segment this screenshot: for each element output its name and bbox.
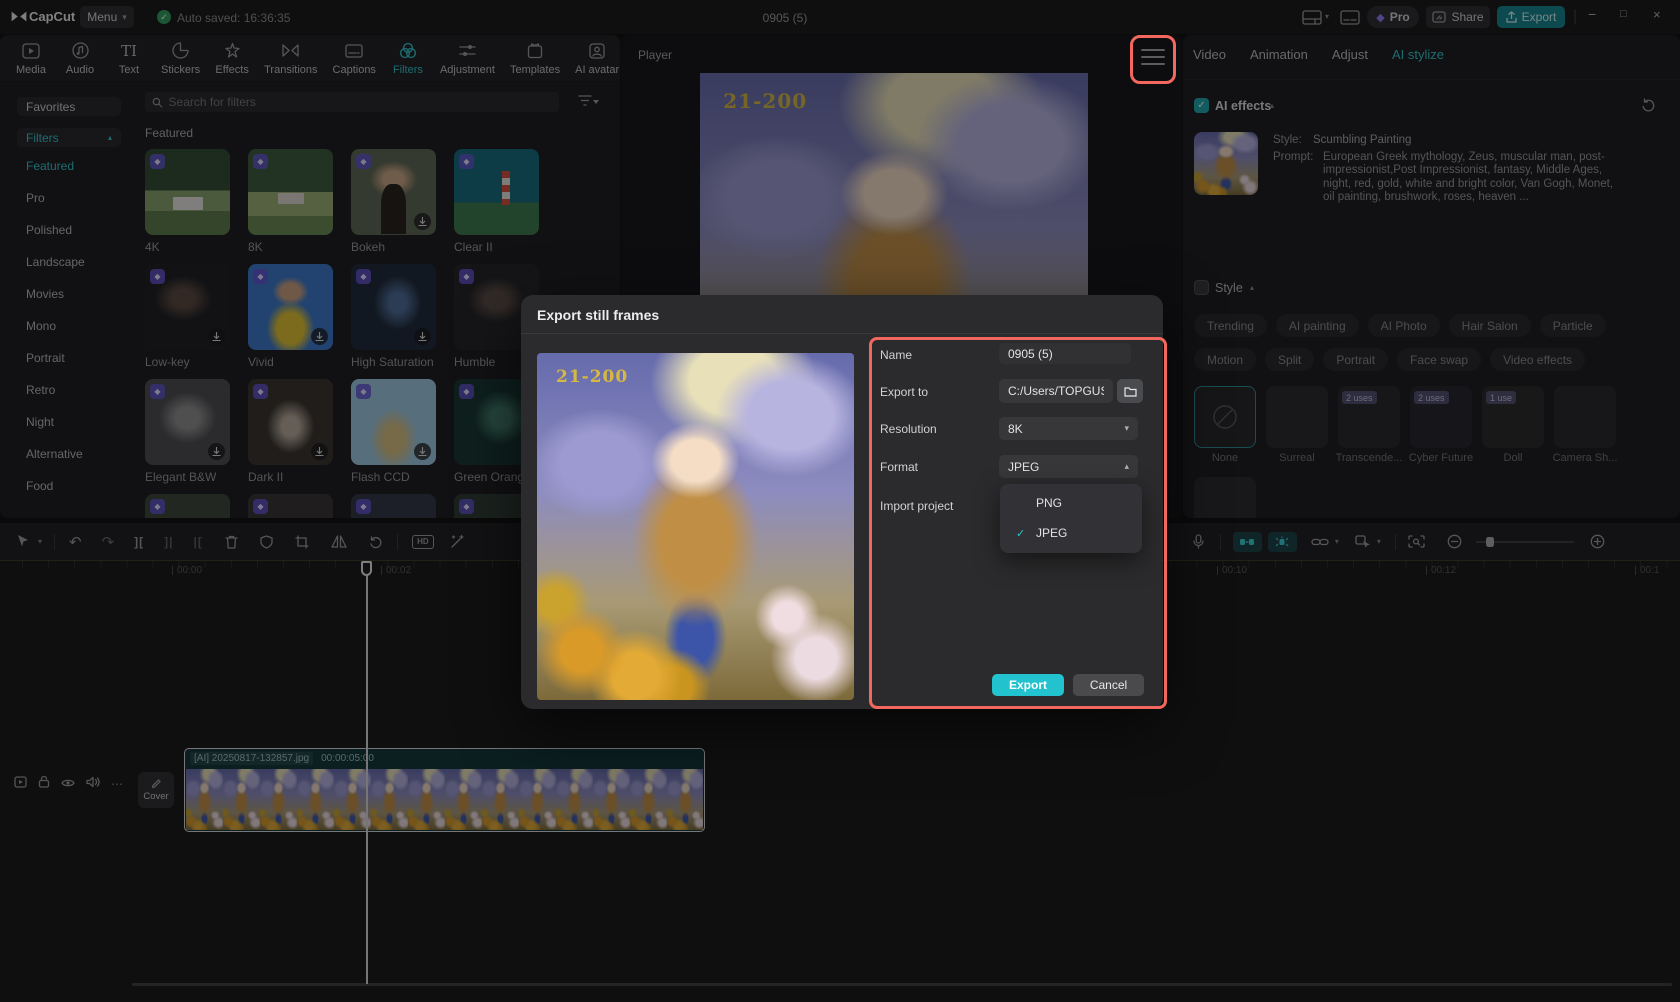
resolution-value: 8K	[1008, 422, 1023, 436]
format-select[interactable]: JPEG ▴	[999, 455, 1138, 478]
import-project-label: Import project	[880, 499, 953, 513]
resolution-select[interactable]: 8K ▾	[999, 417, 1138, 440]
dialog-cancel-button[interactable]: Cancel	[1073, 674, 1144, 696]
dialog-preview-image: 21-200	[537, 353, 854, 700]
image-watermark: 21-200	[556, 367, 628, 387]
export-to-label: Export to	[880, 385, 928, 399]
export-to-field[interactable]: C:/Users/TOPGUS/...	[999, 379, 1113, 403]
format-label: Format	[880, 460, 918, 474]
name-label: Name	[880, 348, 912, 362]
capcut-window: CapCut Menu ▾ ✓ Auto saved: 16:36:35 090…	[0, 0, 1680, 1002]
chevron-up-icon: ▴	[1124, 461, 1129, 472]
name-field[interactable]: 0905 (5)	[999, 343, 1131, 364]
browse-folder-button[interactable]	[1117, 379, 1143, 403]
dialog-title: Export still frames	[537, 307, 659, 323]
format-option-png[interactable]: PNG	[1000, 488, 1142, 518]
format-dropdown-menu: PNG ✓ JPEG	[1000, 484, 1142, 553]
check-icon: ✓	[1016, 527, 1030, 540]
dialog-export-button[interactable]: Export	[992, 674, 1064, 696]
format-value: JPEG	[1008, 460, 1039, 474]
name-value: 0905 (5)	[1008, 347, 1053, 361]
resolution-label: Resolution	[880, 422, 937, 436]
folder-icon	[1124, 386, 1137, 397]
format-option-jpeg[interactable]: ✓ JPEG	[1000, 518, 1142, 548]
export-to-value: C:/Users/TOPGUS/...	[1008, 384, 1104, 398]
chevron-down-icon: ▾	[1124, 423, 1129, 434]
